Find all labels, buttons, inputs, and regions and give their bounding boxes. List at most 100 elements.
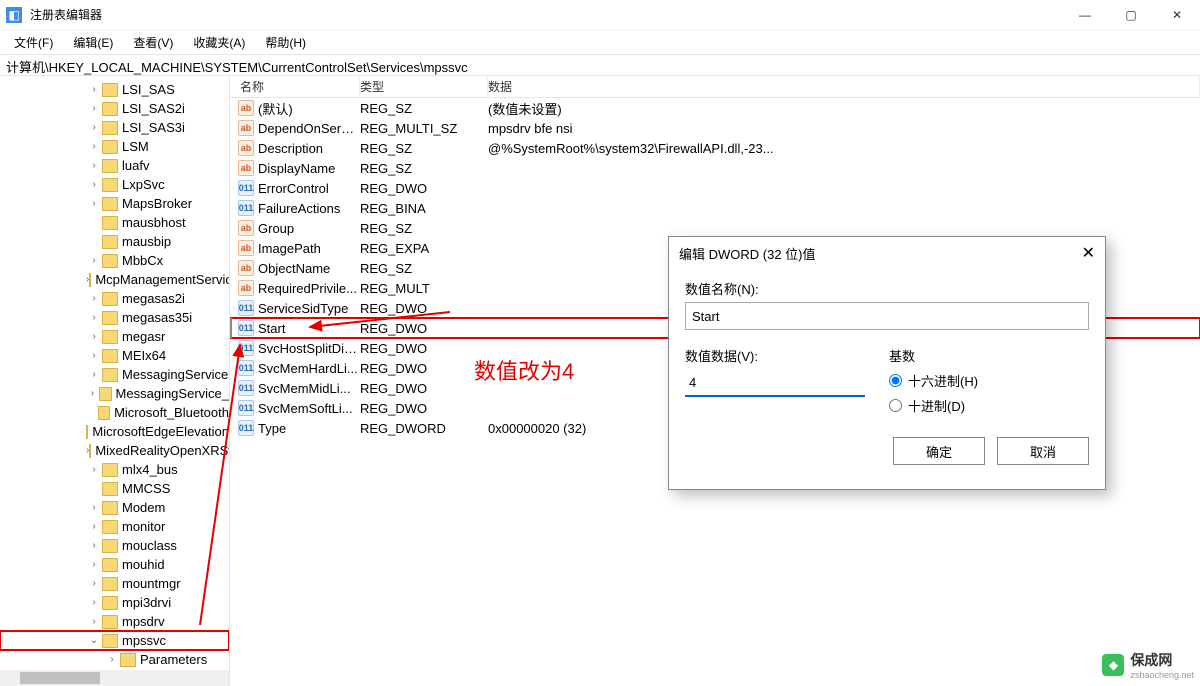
address-bar[interactable]: 计算机\HKEY_LOCAL_MACHINE\SYSTEM\CurrentCon… bbox=[0, 54, 1200, 76]
chevron-right-icon[interactable]: › bbox=[86, 312, 102, 323]
chevron-right-icon[interactable]: › bbox=[86, 578, 102, 589]
tree-item-mmcss[interactable]: MMCSS bbox=[0, 479, 229, 498]
tree-item-mountmgr[interactable]: ›mountmgr bbox=[0, 574, 229, 593]
menu-help[interactable]: 帮助(H) bbox=[255, 32, 316, 53]
chevron-right-icon[interactable]: › bbox=[86, 502, 102, 513]
value-row[interactable]: abDescriptionREG_SZ@%SystemRoot%\system3… bbox=[230, 138, 1200, 158]
window-controls: — ▢ ✕ bbox=[1062, 0, 1200, 30]
tree-item-label: MessagingService bbox=[122, 367, 228, 382]
tree-item-mausbhost[interactable]: mausbhost bbox=[0, 213, 229, 232]
tree-item-label: MapsBroker bbox=[122, 196, 192, 211]
ok-button[interactable]: 确定 bbox=[893, 437, 985, 465]
tree-item-messagingservice[interactable]: › MessagingService bbox=[0, 365, 229, 384]
tree-item-lsm[interactable]: › LSM bbox=[0, 137, 229, 156]
tree-item-lsi_sas[interactable]: › LSI_SAS bbox=[0, 80, 229, 99]
chevron-right-icon[interactable]: › bbox=[86, 540, 102, 551]
tree-item-messagingservice_[interactable]: ›MessagingService_ bbox=[0, 384, 229, 403]
dialog-close-button[interactable]: ✕ bbox=[1082, 243, 1095, 263]
folder-icon bbox=[102, 520, 118, 534]
menu-view[interactable]: 查看(V) bbox=[123, 32, 183, 53]
tree-item-meix64[interactable]: ›MEIx64 bbox=[0, 346, 229, 365]
folder-icon bbox=[102, 615, 118, 629]
tree-item-microsoftedgeelevation[interactable]: MicrosoftEdgeElevation bbox=[0, 422, 229, 441]
chevron-right-icon[interactable]: › bbox=[86, 597, 102, 608]
tree-item-mbbcx[interactable]: ›MbbCx bbox=[0, 251, 229, 270]
value-row[interactable]: 011ErrorControlREG_DWO bbox=[230, 178, 1200, 198]
tree-item-lsi_sas2i[interactable]: ›LSI_SAS2i bbox=[0, 99, 229, 118]
string-value-icon: ab bbox=[238, 240, 254, 256]
vertical-scrollbar-thumb[interactable] bbox=[230, 318, 232, 338]
tree[interactable]: ›LSI_SAS›LSI_SAS2i›LSI_SAS3i›LSM›luafv›L… bbox=[0, 76, 229, 686]
tree-item-lxpsvc[interactable]: ›LxpSvc bbox=[0, 175, 229, 194]
tree-item-megasas2i[interactable]: ›megasas2i bbox=[0, 289, 229, 308]
chevron-right-icon[interactable]: › bbox=[86, 141, 102, 152]
chevron-down-icon[interactable]: ⌄ bbox=[86, 635, 102, 646]
radio-hex-input[interactable] bbox=[889, 374, 902, 387]
tree-item-monitor[interactable]: ›monitor bbox=[0, 517, 229, 536]
chevron-right-icon[interactable]: › bbox=[86, 255, 102, 266]
tree-item-mausbip[interactable]: mausbip bbox=[0, 232, 229, 251]
folder-icon bbox=[102, 368, 118, 382]
tree-item-mouhid[interactable]: ›mouhid bbox=[0, 555, 229, 574]
value-data-field[interactable] bbox=[685, 369, 865, 397]
tree-item-microsoft_bluetooth[interactable]: Microsoft_Bluetooth bbox=[0, 403, 229, 422]
column-data[interactable]: 数据 bbox=[488, 76, 1200, 97]
tree-item-label: MixedRealityOpenXRSvc bbox=[95, 443, 230, 458]
value-name: ObjectName bbox=[258, 261, 360, 276]
menu-edit[interactable]: 编辑(E) bbox=[63, 32, 123, 53]
chevron-right-icon[interactable]: › bbox=[86, 293, 102, 304]
chevron-right-icon[interactable]: › bbox=[86, 464, 102, 475]
horizontal-scrollbar[interactable] bbox=[0, 670, 229, 686]
chevron-right-icon[interactable]: › bbox=[86, 388, 99, 399]
menu-file[interactable]: 文件(F) bbox=[4, 32, 63, 53]
column-type[interactable]: 类型 bbox=[360, 76, 488, 97]
radio-hex[interactable]: 十六进制(H) bbox=[889, 371, 1089, 390]
chevron-right-icon[interactable]: › bbox=[86, 331, 102, 342]
chevron-right-icon[interactable]: › bbox=[86, 103, 102, 114]
chevron-right-icon[interactable]: › bbox=[86, 160, 102, 171]
tree-item-mcpmanagementservice[interactable]: ›McpManagementService bbox=[0, 270, 229, 289]
chevron-right-icon[interactable]: › bbox=[86, 122, 102, 133]
chevron-right-icon[interactable]: › bbox=[86, 350, 102, 361]
tree-item-mpsdrv[interactable]: ›mpsdrv bbox=[0, 612, 229, 631]
radio-dec[interactable]: 十进制(D) bbox=[889, 396, 1089, 415]
tree-item-label: LSM bbox=[122, 139, 149, 154]
string-value-icon: ab bbox=[238, 260, 254, 276]
tree-item-lsi_sas3i[interactable]: › LSI_SAS3i bbox=[0, 118, 229, 137]
maximize-button[interactable]: ▢ bbox=[1108, 0, 1154, 30]
minimize-button[interactable]: — bbox=[1062, 0, 1108, 30]
tree-item-mapsbroker[interactable]: › MapsBroker bbox=[0, 194, 229, 213]
chevron-right-icon[interactable]: › bbox=[86, 559, 102, 570]
chevron-right-icon[interactable]: › bbox=[86, 198, 102, 209]
cancel-button[interactable]: 取消 bbox=[997, 437, 1089, 465]
binary-value-icon: 011 bbox=[238, 320, 254, 336]
chevron-right-icon[interactable]: › bbox=[104, 654, 120, 665]
tree-item-mixedrealityopenxrsvc[interactable]: ›MixedRealityOpenXRSvc bbox=[0, 441, 229, 460]
tree-item-parameters[interactable]: ›Parameters bbox=[0, 650, 229, 669]
chevron-right-icon[interactable]: › bbox=[86, 521, 102, 532]
tree-item-megasas35i[interactable]: ›megasas35i bbox=[0, 308, 229, 327]
tree-item-luafv[interactable]: ›luafv bbox=[0, 156, 229, 175]
value-row[interactable]: abGroupREG_SZ bbox=[230, 218, 1200, 238]
column-name[interactable]: 名称 bbox=[230, 76, 360, 97]
radio-dec-input[interactable] bbox=[889, 399, 902, 412]
tree-item-megasr[interactable]: ›megasr bbox=[0, 327, 229, 346]
value-name-field[interactable] bbox=[685, 302, 1089, 330]
menu-favorites[interactable]: 收藏夹(A) bbox=[183, 32, 255, 53]
value-row[interactable]: 011FailureActionsREG_BINA bbox=[230, 198, 1200, 218]
tree-item-label: LSI_SAS bbox=[122, 82, 175, 97]
chevron-right-icon[interactable]: › bbox=[86, 84, 102, 95]
close-button[interactable]: ✕ bbox=[1154, 0, 1200, 30]
chevron-right-icon[interactable]: › bbox=[86, 616, 102, 627]
value-row[interactable]: ab(默认)REG_SZ(数值未设置) bbox=[230, 98, 1200, 118]
tree-item-label: LSI_SAS3i bbox=[122, 120, 185, 135]
tree-item-mpi3drvi[interactable]: ›mpi3drvi bbox=[0, 593, 229, 612]
tree-item-modem[interactable]: ›Modem bbox=[0, 498, 229, 517]
chevron-right-icon[interactable]: › bbox=[86, 369, 102, 380]
tree-item-mouclass[interactable]: ›mouclass bbox=[0, 536, 229, 555]
tree-item-mpssvc[interactable]: ⌄mpssvc bbox=[0, 631, 229, 650]
value-row[interactable]: abDependOnServi...REG_MULTI_SZmpsdrv bfe… bbox=[230, 118, 1200, 138]
tree-item-mlx4_bus[interactable]: ›mlx4_bus bbox=[0, 460, 229, 479]
chevron-right-icon[interactable]: › bbox=[86, 179, 102, 190]
value-row[interactable]: abDisplayNameREG_SZ bbox=[230, 158, 1200, 178]
